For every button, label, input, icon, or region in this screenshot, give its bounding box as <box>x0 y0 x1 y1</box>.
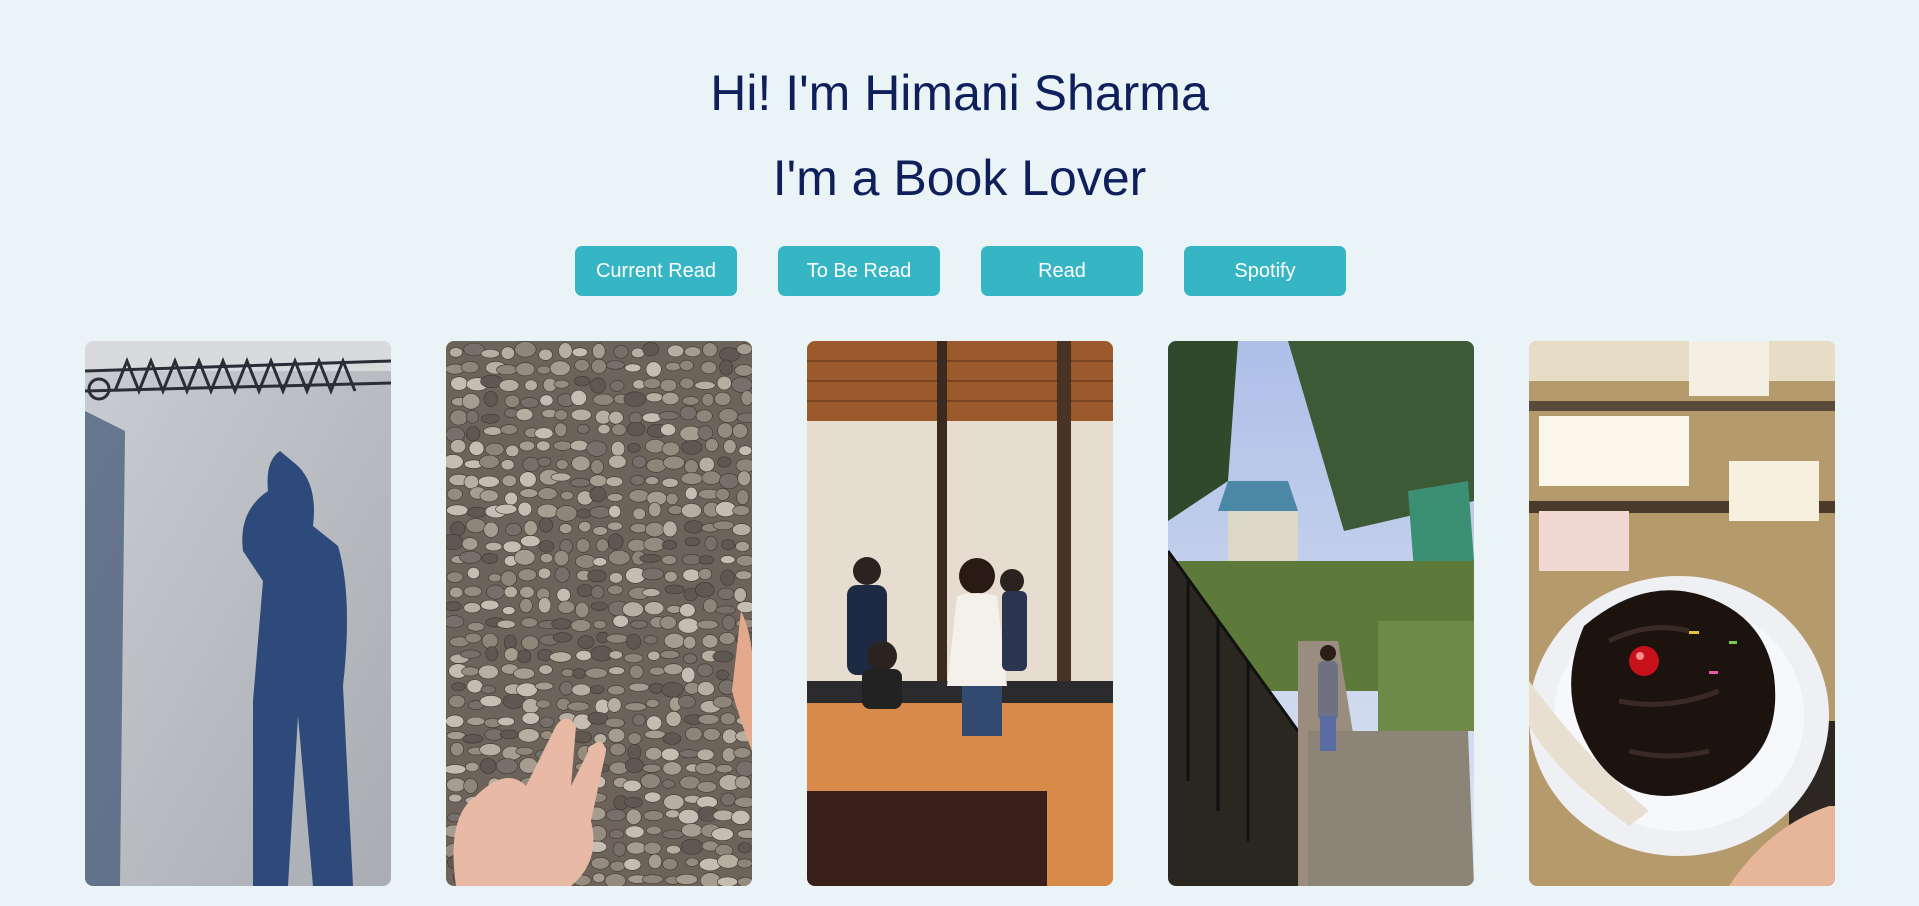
current-read-button[interactable]: Current Read <box>575 246 737 296</box>
spotify-button[interactable]: Spotify <box>1184 246 1346 296</box>
greeting-heading: Hi! I'm Himani Sharma <box>710 65 1209 121</box>
photo-shadow <box>85 341 391 886</box>
photo-gallery <box>85 341 1835 886</box>
photo-cupcake <box>1529 341 1835 886</box>
photo-mirror-selfie <box>807 341 1113 886</box>
nav-buttons: Current Read To Be Read Read Spotify <box>575 246 1346 296</box>
photo-pebbles <box>446 341 752 886</box>
to-be-read-button[interactable]: To Be Read <box>778 246 940 296</box>
photo-hill-stairs <box>1168 341 1474 886</box>
tagline-heading: I'm a Book Lover <box>772 150 1147 206</box>
read-button[interactable]: Read <box>981 246 1143 296</box>
